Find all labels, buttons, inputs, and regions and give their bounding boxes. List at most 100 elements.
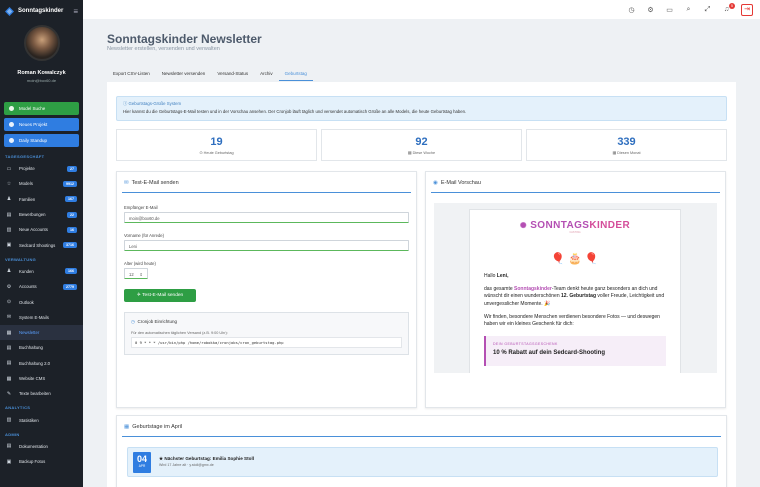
stat-week: 92 ▦ Diese Woche: [321, 129, 522, 161]
sidebar-item-familien[interactable]: ♟ Familien 167: [0, 192, 83, 207]
sidebar-item-neue-accounts[interactable]: ▥ Neue Accounts 16: [0, 222, 83, 237]
sidebar-item-backup-fotos[interactable]: ▣ Backup Fotos: [0, 454, 83, 469]
nav-icon: ☆: [6, 180, 12, 187]
count-badge: 27: [67, 165, 77, 172]
stat-value: 92: [415, 136, 428, 148]
section-analytics: ANALYTICS: [5, 405, 31, 411]
menu-icon[interactable]: ≡: [73, 7, 78, 16]
quick-icon: [9, 106, 14, 111]
tab-4[interactable]: Geburtstag: [278, 67, 313, 81]
send-test-button[interactable]: ✈ Test-E-Mail senden: [124, 289, 196, 302]
sidebar-item-label: Texte bearbeiten: [19, 391, 51, 397]
preview-frame[interactable]: ✺ SONNTAGSKINDER CASTING 🎈 🎂 🎈 Hallo Len…: [434, 203, 717, 373]
fullscreen-icon[interactable]: ⤢: [703, 6, 712, 14]
sidebar-item-buchhaltung-2-0[interactable]: ▤ Buchhaltung 2.0: [0, 356, 83, 371]
nav-icon: ▤: [6, 344, 12, 351]
bell-icon[interactable]: ♫ 5: [722, 3, 735, 13]
email-field[interactable]: moin@box60.de: [124, 212, 409, 223]
sidebar-item-system-e-mails[interactable]: ✉ System E-Mails: [0, 310, 83, 325]
age-label: Alter (wird heute): [124, 261, 156, 266]
nav-icon: ▦: [6, 329, 12, 336]
cronjob-code[interactable]: 0 9 * * * /usr/bin/php /home/robokka/cro…: [131, 337, 402, 348]
nav-icon: ▭: [6, 165, 12, 172]
sidebar-item-label: Projekte: [19, 166, 35, 172]
next-birthday[interactable]: 04 APR ★ Nächster Geburtstag: Emilia Sop…: [127, 447, 718, 477]
nav-icon: ▤: [6, 360, 12, 367]
gift-value: 10 % Rabatt auf dein Sedcard-Shooting: [493, 350, 606, 357]
sidebar-item-projekte[interactable]: ▭ Projekte 27: [0, 161, 83, 176]
stat-month: 339 ▦ Diesen Monat: [526, 129, 727, 161]
sidebar-item-models[interactable]: ☆ Models 9912: [0, 176, 83, 191]
firstname-field[interactable]: Leni: [124, 240, 409, 251]
clock-icon[interactable]: ◷: [627, 6, 636, 14]
date-badge: 04 APR: [133, 452, 151, 473]
sidebar-item-accounts[interactable]: ⚙ Accounts 2779: [0, 279, 83, 294]
app-name: Sonntagskinder: [18, 8, 64, 14]
sidebar-item-bewerbungen[interactable]: ▤ Bewerbungen 22: [0, 207, 83, 222]
count-badge: 16: [67, 226, 77, 233]
sidebar-item-dokumentation[interactable]: ▤ Dokumentation: [0, 439, 83, 454]
sidebar-item-kunden[interactable]: ♟ Kunden 166: [0, 264, 83, 279]
nav-icon: ▤: [6, 443, 12, 450]
count-badge: 166: [65, 268, 77, 275]
sidebar-item-sedcard-shootings[interactable]: ▣ Sedcard Shootings 3716: [0, 237, 83, 252]
logout-icon[interactable]: ⇥: [741, 3, 753, 16]
cronjob-box: ◷ Cronjob Einrichtung Für den automatisc…: [124, 312, 409, 355]
nav-icon: ✎: [6, 390, 12, 397]
sidebar-item-label: Buchhaltung: [19, 345, 43, 351]
topbar: ◷ ⚙ ▭ ⌕ ⤢ ♫ 5 ⇥: [83, 0, 760, 19]
nav-icon: ▣: [6, 242, 12, 249]
april-title: ▦ Geburtstage im April: [122, 416, 721, 437]
sidebar-item-label: Newsletter: [19, 330, 40, 336]
april-birthdays-card: ▦ Geburtstage im April 04 APR ★ Nächster…: [116, 415, 727, 487]
quick-button-1[interactable]: Neues Projekt: [4, 118, 79, 131]
sidebar-item-buchhaltung[interactable]: ▤ Buchhaltung: [0, 340, 83, 355]
message-paragraph-1: das gesamte Sonntagskinder-Team denkt he…: [484, 286, 665, 307]
quick-label: Neues Projekt: [19, 122, 48, 127]
sidebar-item-label: Website CMS: [19, 376, 46, 381]
quick-button-2[interactable]: Daily Standup: [4, 134, 79, 147]
stat-label: ▦ Diesen Monat: [612, 151, 641, 155]
cronjob-desc: Für den automatischen täglichen Versand …: [131, 331, 228, 335]
inbox-icon[interactable]: ▭: [665, 6, 674, 14]
brand-logo: ✺ SONNTAGSKINDER: [519, 220, 631, 231]
sidebar-item-label: Familien: [19, 196, 36, 202]
sidebar-item-website-cms[interactable]: ▦ Website CMS: [0, 371, 83, 386]
nav-icon: ⊙: [6, 299, 12, 306]
age-stepper[interactable]: 12 ⇕: [124, 268, 148, 279]
nav-icon: ▣: [6, 458, 12, 465]
sidebar-item-label: Accounts: [19, 284, 37, 290]
tab-3[interactable]: Archiv: [254, 67, 279, 81]
sidebar-item-statistiken[interactable]: ▥ Statistiken: [0, 412, 83, 427]
stepper-icon[interactable]: ⇕: [139, 272, 143, 277]
sidebar-item-outlook[interactable]: ⊙ Outlook: [0, 294, 83, 309]
firstname-label: Vorname (für Anrede): [124, 233, 165, 238]
stat-value: 339: [617, 136, 636, 148]
quick-button-0[interactable]: Model Suche: [4, 102, 79, 115]
search-icon[interactable]: ⌕: [684, 6, 693, 14]
avatar: [23, 25, 60, 61]
tab-1[interactable]: Newsletter versenden: [156, 67, 212, 81]
app-logo[interactable]: Sonntagskinder ≡: [0, 0, 83, 22]
sidebar-item-label: Buchhaltung 2.0: [19, 360, 51, 366]
quick-label: Daily Standup: [19, 138, 48, 143]
quick-icon: [9, 122, 14, 127]
tab-bar: Export CSV-Listen Newsletter versenden Ver…: [107, 67, 313, 81]
page-subtitle: Newsletter erstellen, versenden und verw…: [107, 46, 220, 52]
sidebar-item-label: Dokumentation: [19, 443, 48, 449]
info-title: ⓘ Geburtstags-Grüße System: [123, 101, 182, 106]
gear-icon[interactable]: ⚙: [646, 6, 655, 14]
count-badge: 3716: [63, 242, 77, 249]
sidebar-item-label: Models: [19, 181, 33, 187]
sidebar-item-newsletter[interactable]: ▦ Newsletter: [0, 324, 83, 341]
page-title: Sonntagskinder Newsletter: [107, 32, 262, 46]
nav-icon: ♟: [6, 268, 12, 275]
preview-title: ◉ E-Mail Vorschau: [431, 172, 720, 193]
tab-2[interactable]: Versand-Status: [211, 67, 254, 81]
sidebar-item-texte-bearbeiten[interactable]: ✎ Texte bearbeiten: [0, 386, 83, 401]
section-business: TAGESGESCHÄFT: [5, 154, 45, 159]
cronjob-title: ◷ Cronjob Einrichtung: [131, 319, 177, 324]
count-badge: 167: [65, 196, 77, 203]
tab-0[interactable]: Export CSV-Listen: [107, 67, 156, 81]
gift-title: DEIN GEBURTSTAGSGESCHENK: [493, 342, 558, 347]
